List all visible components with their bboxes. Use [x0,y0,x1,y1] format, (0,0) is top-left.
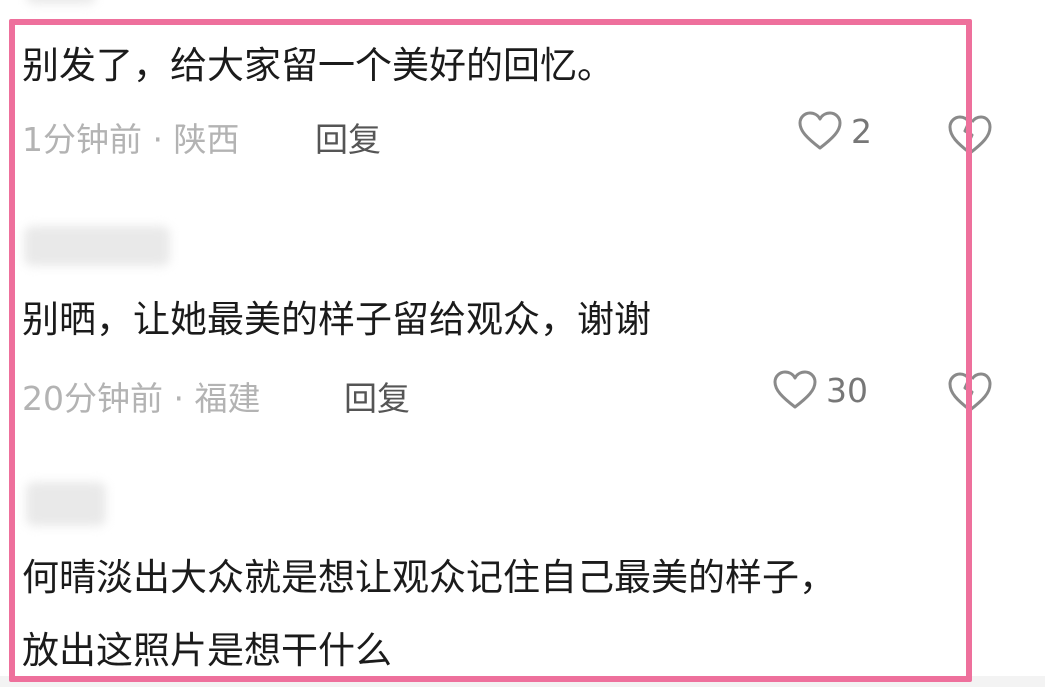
comment-text-line: 何晴淡出大众就是想让观众记住自己最美的样子， [22,556,836,599]
broken-heart-icon[interactable] [946,370,994,414]
comment-time-location: 20分钟前 · 福建 [22,379,261,418]
reply-button[interactable]: 回复 [344,372,410,420]
like-button[interactable]: 2 [797,110,872,152]
comment-text: 别发了，给大家留一个美好的回忆。 [22,44,614,87]
like-button[interactable]: 30 [772,369,868,411]
heart-outline-icon [773,370,817,409]
comment-text: 别晒，让她最美的样子留给观众，谢谢 [22,298,651,341]
blurred-username [24,226,170,266]
comment-text-line: 放出这照片是想干什么 [22,629,392,672]
comment-time-location: 1分钟前 · 陕西 [22,120,240,159]
like-count: 2 [851,111,872,151]
bottom-strip [0,676,1045,687]
heart-outline-icon [798,111,842,150]
broken-heart-icon[interactable] [946,113,994,157]
reply-button[interactable]: 回复 [315,113,381,161]
like-count: 30 [826,370,868,410]
blurred-username [26,482,106,526]
blurred-username-top [26,0,96,4]
